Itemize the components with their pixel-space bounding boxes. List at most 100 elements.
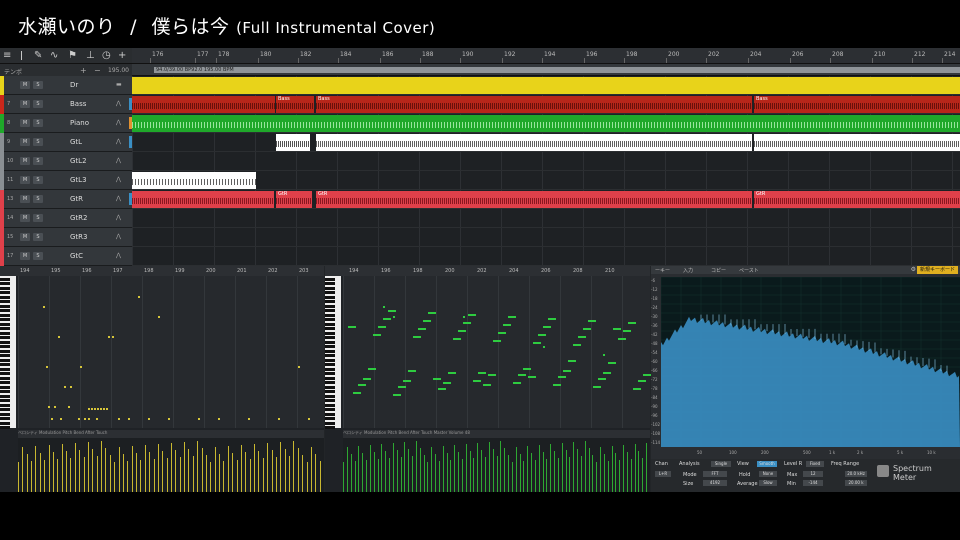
track-lane-gtl3[interactable] xyxy=(132,171,960,190)
velocity-bar[interactable] xyxy=(131,446,133,492)
audio-clip[interactable]: Bass xyxy=(754,96,960,113)
black-key[interactable] xyxy=(325,332,335,335)
mute-button[interactable]: M xyxy=(20,119,30,127)
midi-note[interactable] xyxy=(58,336,60,338)
midi-note[interactable] xyxy=(543,346,545,348)
midi-note[interactable] xyxy=(298,366,300,368)
black-key[interactable] xyxy=(0,345,10,348)
velocity-bar[interactable] xyxy=(70,458,72,492)
midi-note[interactable] xyxy=(128,418,130,420)
black-key[interactable] xyxy=(0,278,10,281)
add-track-icon[interactable]: + xyxy=(118,50,126,61)
midi-note[interactable] xyxy=(593,386,601,388)
black-key[interactable] xyxy=(325,282,335,285)
midi-note[interactable] xyxy=(148,418,150,420)
velocity-bar[interactable] xyxy=(519,454,521,492)
black-key[interactable] xyxy=(325,296,335,299)
black-key[interactable] xyxy=(325,287,335,290)
midi-note[interactable] xyxy=(51,418,53,420)
velocity-bar[interactable] xyxy=(373,452,375,492)
snap-icon[interactable]: ⊥ xyxy=(86,50,95,61)
black-key[interactable] xyxy=(325,323,335,326)
velocity-bar[interactable] xyxy=(419,448,421,492)
velocity-bar[interactable] xyxy=(52,452,54,492)
velocity-bar[interactable] xyxy=(350,454,352,492)
audio-clip[interactable] xyxy=(132,115,960,132)
midi-note[interactable] xyxy=(533,342,541,344)
velocity-bar[interactable] xyxy=(179,457,181,492)
midi-note[interactable] xyxy=(583,328,591,330)
midi-note[interactable] xyxy=(558,376,566,378)
midi-note[interactable] xyxy=(553,384,561,386)
black-key[interactable] xyxy=(0,399,10,402)
midi-note[interactable] xyxy=(573,344,581,346)
midi-note[interactable] xyxy=(248,418,250,420)
audio-clip[interactable] xyxy=(132,191,274,208)
mode-select[interactable]: FFT xyxy=(703,471,727,477)
velocity-bar[interactable] xyxy=(412,456,414,492)
black-key[interactable] xyxy=(0,386,10,389)
velocity-bar[interactable] xyxy=(232,453,234,492)
midi-note[interactable] xyxy=(618,338,626,340)
track-lane-gtr2[interactable] xyxy=(132,209,960,228)
black-key[interactable] xyxy=(0,291,10,294)
track-header-gtc[interactable]: 17 M S GtC ⋀ xyxy=(0,247,132,266)
velocity-bar[interactable] xyxy=(569,457,571,492)
velocity-bar[interactable] xyxy=(500,441,502,492)
midi-note[interactable] xyxy=(403,380,411,382)
black-key[interactable] xyxy=(325,354,335,357)
audio-clip[interactable]: Bass xyxy=(316,96,752,113)
black-key[interactable] xyxy=(0,404,10,407)
black-key[interactable] xyxy=(325,426,335,429)
black-key[interactable] xyxy=(325,386,335,389)
velocity-bar[interactable] xyxy=(35,446,37,492)
clock-icon[interactable]: ◷ xyxy=(102,50,111,61)
velocity-bar[interactable] xyxy=(114,462,116,492)
midi-note[interactable] xyxy=(138,296,140,298)
velocity-bar[interactable] xyxy=(615,453,617,492)
velocity-bar[interactable] xyxy=(122,454,124,492)
black-key[interactable] xyxy=(325,399,335,402)
midi-note[interactable] xyxy=(158,316,160,318)
freq-max-field[interactable]: 20.0 kHz xyxy=(845,471,867,477)
midi-note[interactable] xyxy=(68,406,70,408)
midi-note[interactable] xyxy=(603,354,605,356)
piano-keyboard-1[interactable] xyxy=(0,276,16,429)
audio-clip[interactable] xyxy=(132,96,275,113)
midi-note[interactable] xyxy=(598,378,606,380)
black-key[interactable] xyxy=(0,381,10,384)
velocity-bar[interactable] xyxy=(61,444,63,492)
midi-note[interactable] xyxy=(108,336,110,338)
midi-note[interactable] xyxy=(508,316,516,318)
black-key[interactable] xyxy=(0,318,10,321)
black-key[interactable] xyxy=(325,327,335,330)
tempo-remove-icon[interactable]: − xyxy=(94,66,101,75)
midi-note[interactable] xyxy=(613,328,621,330)
velocity-bar[interactable] xyxy=(377,459,379,492)
track-header-bass[interactable]: 7 M S Bass ⋀ xyxy=(0,95,132,114)
velocity-bar[interactable] xyxy=(144,445,146,492)
black-key[interactable] xyxy=(0,368,10,371)
track-header-gtl2[interactable]: 10 M S GtL2 ⋀ xyxy=(0,152,132,171)
min-field[interactable]: -144 xyxy=(803,480,823,486)
midi-note[interactable] xyxy=(348,326,356,328)
solo-button[interactable]: S xyxy=(33,119,43,127)
black-key[interactable] xyxy=(325,395,335,398)
velocity-bar[interactable] xyxy=(245,452,247,492)
velocity-bar[interactable] xyxy=(66,451,68,492)
velocity-bar[interactable] xyxy=(254,444,256,492)
black-key[interactable] xyxy=(325,291,335,294)
black-key[interactable] xyxy=(325,408,335,411)
velocity-bar[interactable] xyxy=(408,449,410,492)
editor2-ruler[interactable]: 194 196 198 200 202 204 206 208 210 xyxy=(325,266,650,276)
velocity-bar[interactable] xyxy=(381,444,383,492)
midi-note[interactable] xyxy=(633,388,641,390)
midi-note[interactable] xyxy=(413,336,421,338)
midi-note[interactable] xyxy=(543,326,551,328)
velocity-bar[interactable] xyxy=(573,442,575,492)
velocity-bar[interactable] xyxy=(271,450,273,492)
velocity-bar[interactable] xyxy=(262,458,264,492)
black-key[interactable] xyxy=(325,314,335,317)
velocity-bar[interactable] xyxy=(385,451,387,492)
midi-note[interactable] xyxy=(433,378,441,380)
